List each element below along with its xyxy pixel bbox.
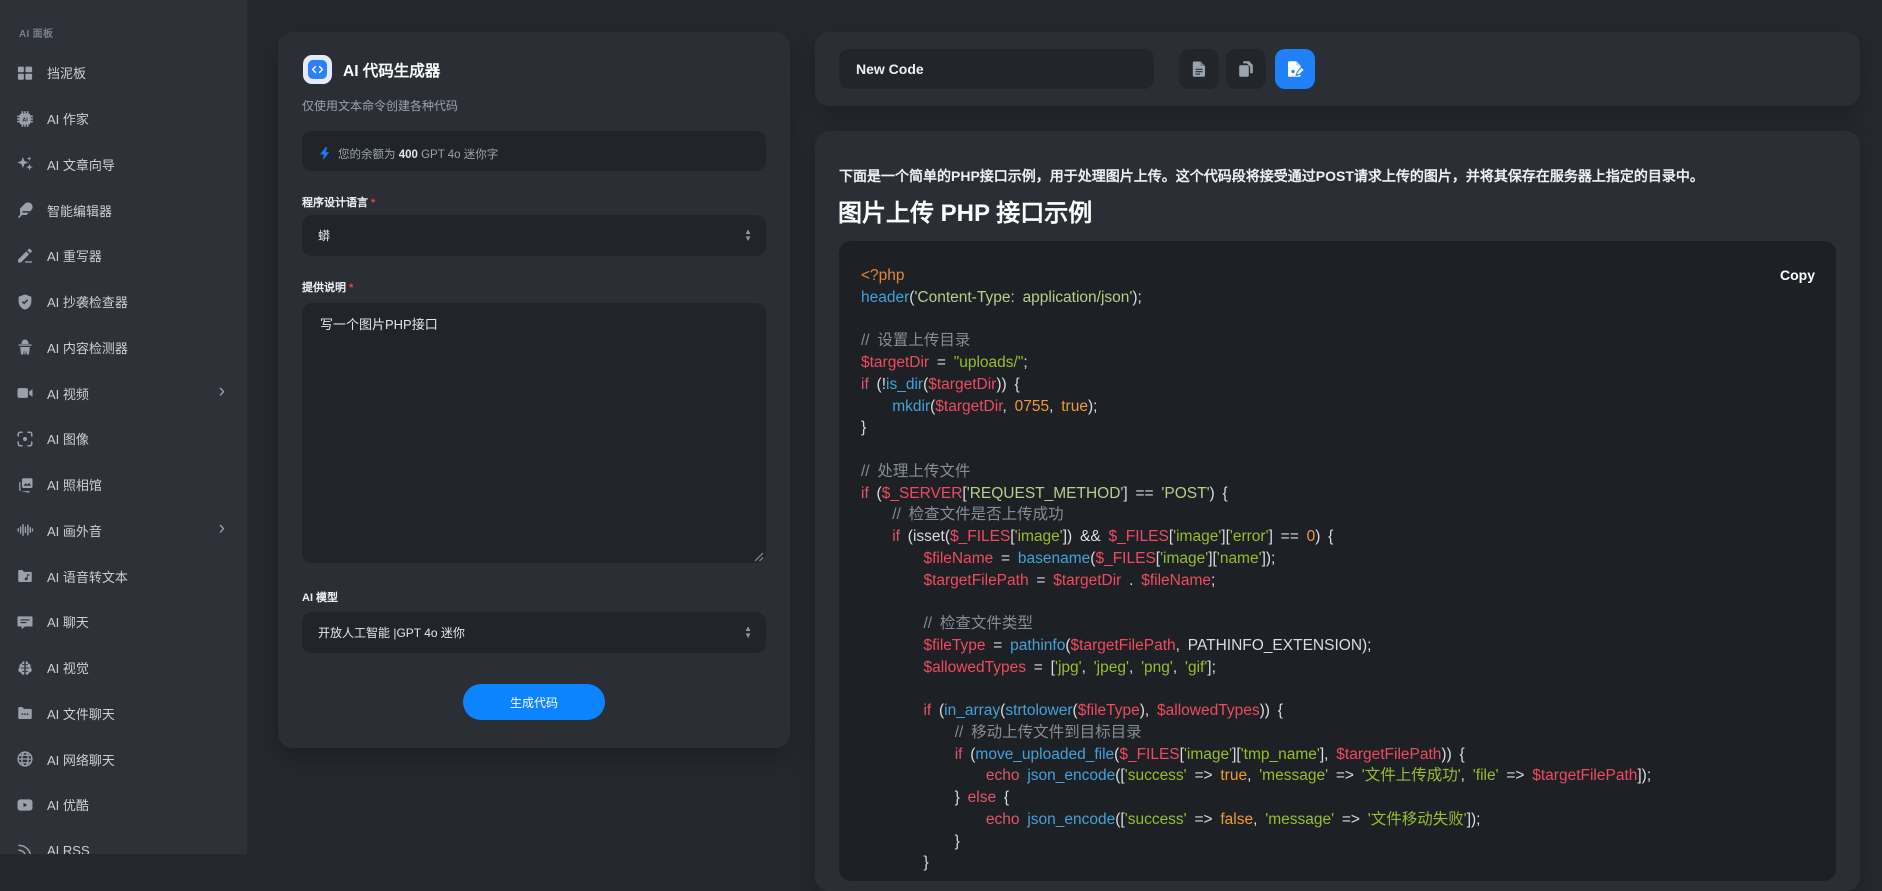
svg-text:AI: AI [22,117,28,123]
